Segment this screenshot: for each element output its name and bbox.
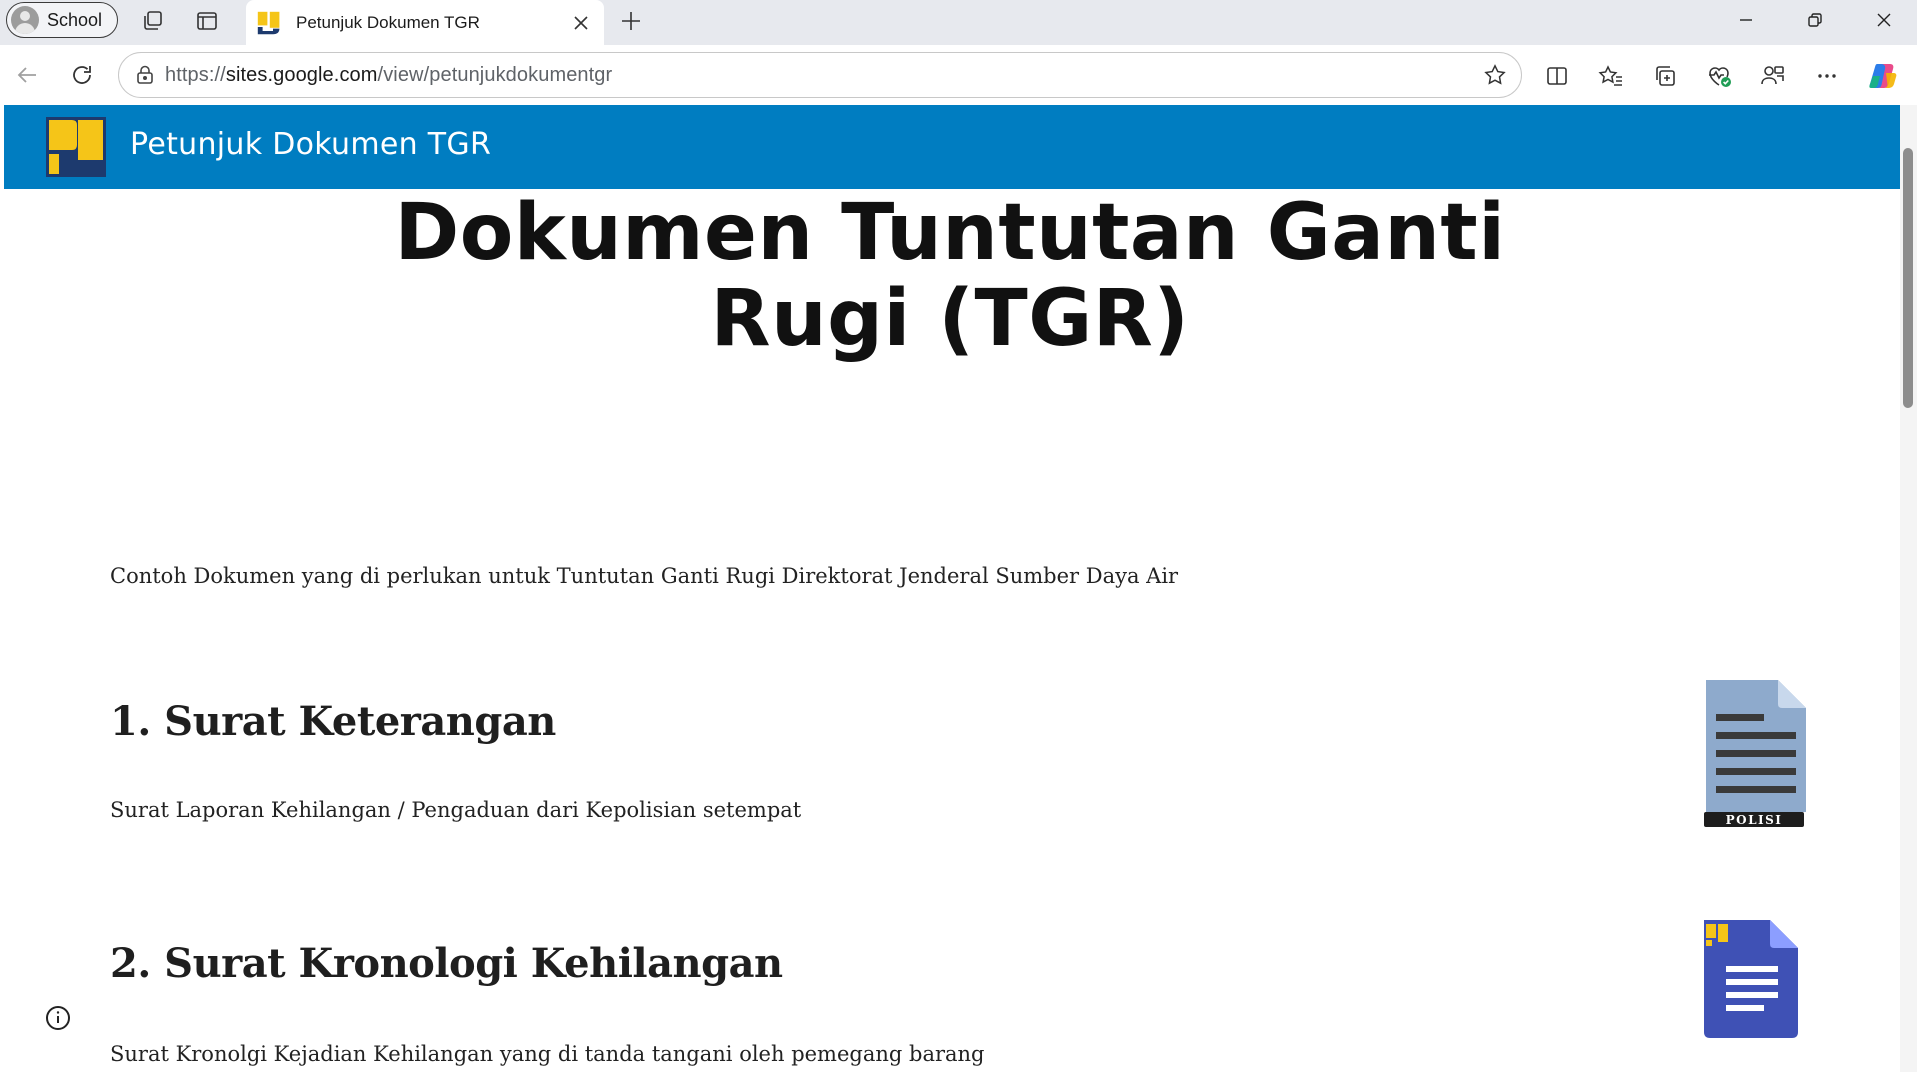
back-arrow-icon[interactable] <box>10 57 46 93</box>
close-window-icon[interactable] <box>1856 0 1912 40</box>
docs-document-icon <box>1702 920 1802 1038</box>
close-tab-icon[interactable] <box>566 8 596 38</box>
intro-text: Contoh Dokumen yang di perlukan untuk Tu… <box>110 564 1179 588</box>
split-screen-icon[interactable] <box>1538 57 1576 95</box>
minimize-icon[interactable] <box>1718 0 1774 40</box>
police-label: POLISI <box>1726 813 1783 827</box>
section-heading-surat-kronologi: 2. Surat Kronologi Kehilangan <box>110 940 783 987</box>
browser-essentials-icon[interactable] <box>1700 57 1738 95</box>
url-path: /view/petunjukdokumentgr <box>377 63 613 86</box>
url-host: sites.google.com <box>225 63 378 86</box>
section-text-surat-kronologi: Surat Kronolgi Kejadian Kehilangan yang … <box>110 1042 985 1066</box>
police-document-icon: POLISI <box>1702 680 1806 828</box>
tab-actions-icon[interactable] <box>190 4 224 38</box>
refresh-icon[interactable] <box>64 57 100 93</box>
more-options-icon[interactable] <box>1808 57 1846 95</box>
browser-toolbar: https://sites.google.com/view/petunjukdo… <box>0 45 1917 105</box>
tab-active[interactable]: Petunjuk Dokumen TGR <box>246 0 604 45</box>
new-tab-icon[interactable] <box>614 4 648 38</box>
address-bar[interactable]: https://sites.google.com/view/petunjukdo… <box>118 52 1522 98</box>
extensions-icon[interactable] <box>1754 57 1792 95</box>
url-text[interactable]: https://sites.google.com/view/petunjukdo… <box>165 64 612 87</box>
section-heading-surat-keterangan: 1. Surat Keterangan <box>110 698 556 745</box>
page-title: Dokumen Tuntutan Ganti Rugi (TGR) <box>394 188 1506 364</box>
url-scheme: https:// <box>165 63 226 86</box>
site-title[interactable]: Petunjuk Dokumen TGR <box>130 127 491 162</box>
profile-label: School <box>47 9 103 30</box>
info-icon[interactable] <box>42 1002 74 1034</box>
tab-title: Petunjuk Dokumen TGR <box>296 12 480 32</box>
collections-icon[interactable] <box>1646 57 1684 95</box>
scrollbar-thumb[interactable] <box>1903 148 1913 408</box>
copilot-icon[interactable] <box>1864 57 1902 95</box>
site-favicon <box>256 10 282 36</box>
pu-logo[interactable] <box>46 117 106 177</box>
site-header: Petunjuk Dokumen TGR <box>4 105 1900 189</box>
favorites-icon[interactable] <box>1592 57 1630 95</box>
profile-button[interactable]: School <box>6 2 118 38</box>
section-text-surat-keterangan: Surat Laporan Kehilangan / Pengaduan dar… <box>110 798 802 822</box>
restore-icon[interactable] <box>1787 0 1843 40</box>
avatar <box>11 6 39 34</box>
lock-icon[interactable] <box>125 55 165 95</box>
workspaces-icon[interactable] <box>136 4 170 38</box>
tab-bar: School Petunjuk Dokumen TGR <box>0 0 1917 45</box>
star-icon[interactable] <box>1479 59 1511 91</box>
